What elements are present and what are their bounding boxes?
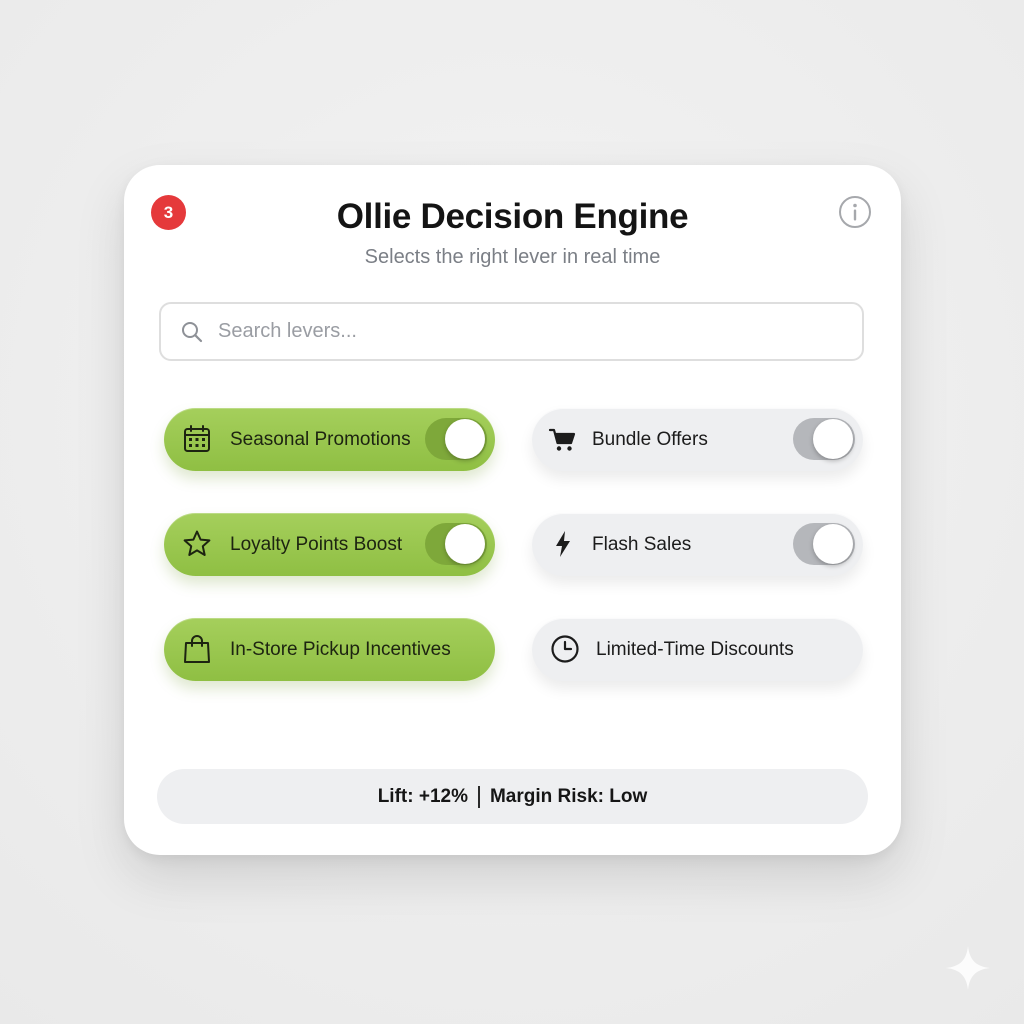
lever-in-store-pickup-incentives[interactable]: In-Store Pickup Incentives — [164, 618, 495, 681]
toggle-knob — [445, 524, 485, 564]
search-box[interactable] — [159, 302, 864, 361]
page-background: 3 Ollie Decision Engine Selects the righ… — [0, 0, 1024, 1024]
lever-limited-time-discounts[interactable]: Limited-Time Discounts — [532, 618, 863, 681]
lever-label: Loyalty Points Boost — [230, 534, 403, 555]
search-icon — [182, 321, 203, 342]
toggle-knob — [813, 419, 853, 459]
toggle-knob — [445, 419, 485, 459]
seasonal-promotions-toggle[interactable] — [425, 418, 487, 460]
status-bar: Lift: +12% Margin Risk: Low — [157, 769, 868, 824]
lightning-icon — [556, 531, 570, 557]
lift-metric: Lift: +12% — [377, 785, 468, 807]
lever-label: Bundle Offers — [592, 429, 708, 450]
flash-sales-toggle[interactable] — [793, 523, 855, 565]
lever-bundle-offers[interactable]: Bundle Offers — [532, 408, 863, 471]
lever-seasonal-promotions[interactable]: Seasonal Promotions — [164, 408, 495, 471]
shopping-bag-icon — [184, 635, 210, 663]
page-title: Ollie Decision Engine — [336, 197, 689, 236]
page-subtitle: Selects the right lever in real time — [364, 246, 661, 268]
toggle-knob — [813, 524, 853, 564]
bundle-offers-toggle[interactable] — [793, 418, 855, 460]
lever-loyalty-points-boost[interactable]: Loyalty Points Boost — [164, 513, 495, 576]
status-divider — [477, 785, 480, 808]
cart-icon — [548, 428, 576, 451]
lever-label: In-Store Pickup Incentives — [230, 639, 451, 660]
decision-engine-card: 3 Ollie Decision Engine Selects the righ… — [124, 165, 901, 855]
margin-risk-metric: Margin Risk: Low — [489, 785, 648, 807]
sparkle-icon — [946, 946, 990, 990]
lever-flash-sales[interactable]: Flash Sales — [532, 513, 863, 576]
star-icon — [183, 530, 211, 556]
lever-label: Flash Sales — [592, 534, 692, 555]
lever-label: Limited-Time Discounts — [596, 639, 794, 660]
loyalty-points-boost-toggle[interactable] — [425, 523, 487, 565]
search-input[interactable] — [216, 319, 820, 344]
lever-label: Seasonal Promotions — [230, 429, 411, 450]
clock-icon — [551, 635, 579, 663]
calendar-icon — [184, 425, 210, 452]
